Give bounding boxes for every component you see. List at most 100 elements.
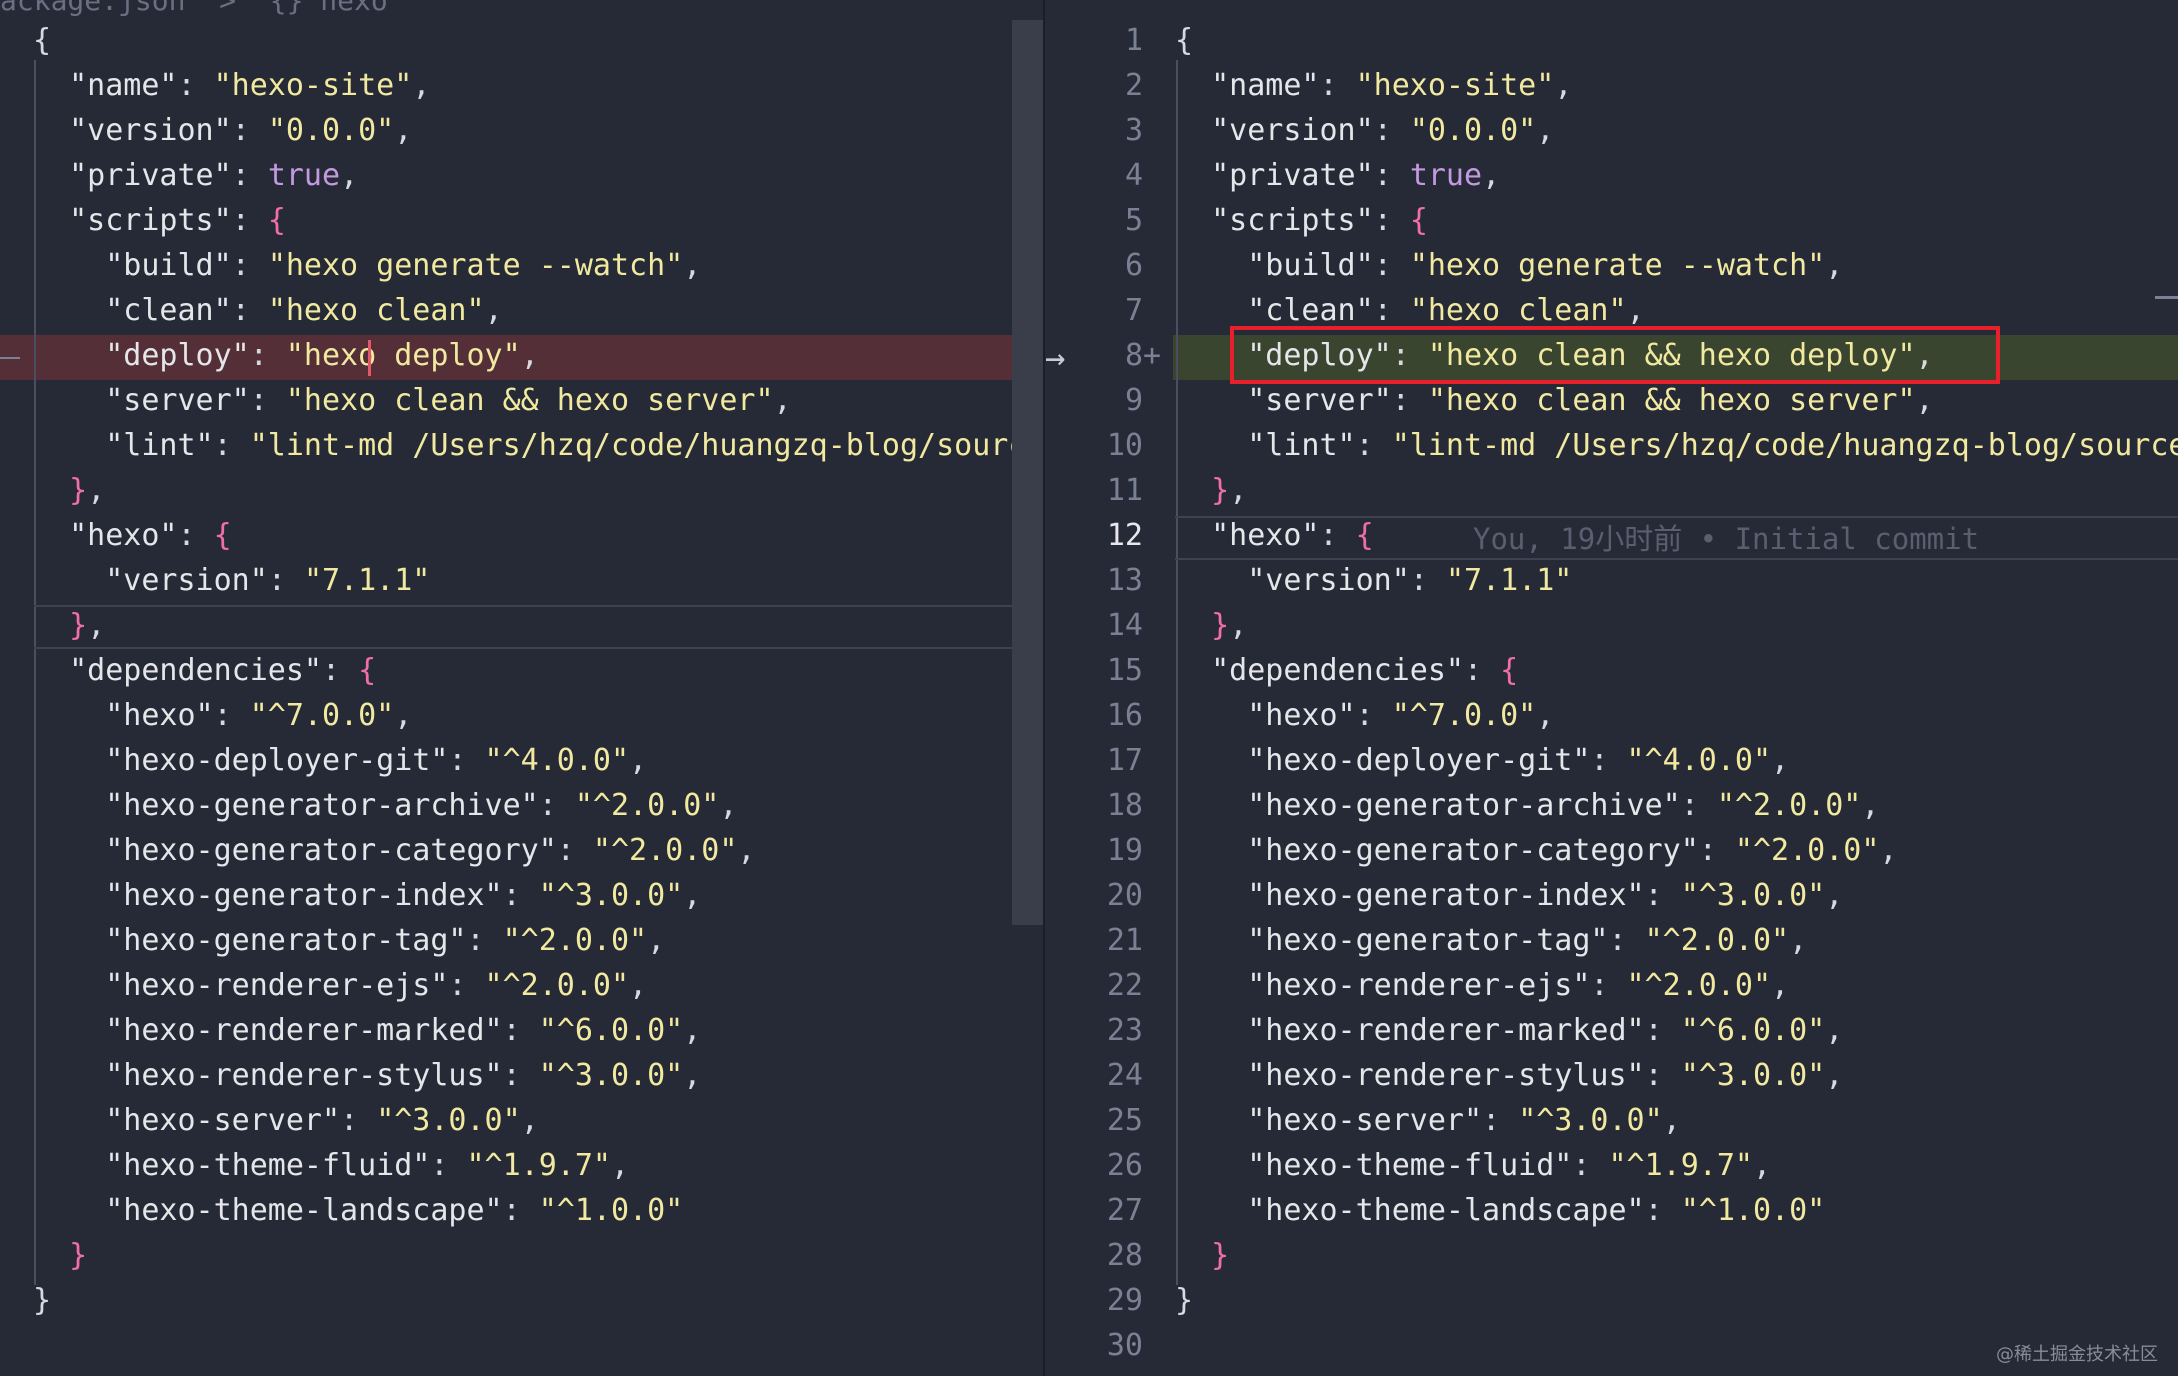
code-token: "hexo-theme-landscape" [105,1193,503,1228]
code-token: , [412,68,431,103]
code-line[interactable]: "name": "hexo-site", [0,63,1043,108]
code-text: "hexo-generator-category": "^2.0.0", [33,828,755,873]
code-token: : [177,518,214,553]
code-line[interactable]: "build": "hexo generate --watch", [0,243,1043,288]
code-token: "version" [1211,113,1374,148]
code-line[interactable]: "hexo-generator-archive": "^2.0.0", [0,783,1043,828]
change-tick-right [2155,296,2178,299]
code-token: "lint-md /Users/hzq/code/huangzq-blog/so… [1391,428,2178,463]
right-editor-pane[interactable]: 1{2 "name": "hexo-site", 3 "version": "0.… [1043,0,2178,1376]
code-text: "hexo-generator-category": "^2.0.0", [1175,828,1897,873]
code-token: "dependencies" [1211,653,1464,688]
code-line[interactable]: 15 "dependencies": { [1043,648,2178,693]
code-line[interactable]: "hexo-renderer-ejs": "^2.0.0", [0,963,1043,1008]
code-text: "hexo-generator-index": "^3.0.0", [33,873,701,918]
code-line[interactable]: { [0,18,1043,63]
code-token: , [629,968,648,1003]
code-token: "^3.0.0" [1518,1103,1663,1138]
code-line[interactable]: "hexo-deployer-git": "^4.0.0", [0,738,1043,783]
code-token: "hexo-deployer-git" [105,743,449,778]
code-line[interactable]: "hexo-generator-tag": "^2.0.0", [0,918,1043,963]
code-line[interactable]: "hexo-theme-fluid": "^1.9.7", [0,1143,1043,1188]
code-line[interactable]: 21 "hexo-generator-tag": "^2.0.0", [1043,918,2178,963]
code-line[interactable]: 18 "hexo-generator-archive": "^2.0.0", [1043,783,2178,828]
code-line[interactable]: "scripts": { [0,198,1043,243]
code-line[interactable]: "version": "0.0.0", [0,108,1043,153]
code-line[interactable]: 25 "hexo-server": "^3.0.0", [1043,1098,2178,1143]
code-line[interactable]: 13 "version": "7.1.1" [1043,558,2178,603]
code-token: { [33,23,52,58]
code-line[interactable]: "hexo": "^7.0.0", [0,693,1043,738]
code-line[interactable]: 26 "hexo-theme-fluid": "^1.9.7", [1043,1143,2178,1188]
code-line[interactable]: 20 "hexo-generator-index": "^3.0.0", [1043,873,2178,918]
code-line[interactable]: "hexo-server": "^3.0.0", [0,1098,1043,1143]
code-line[interactable]: }, [0,468,1043,513]
code-line[interactable]: "hexo": { [0,513,1043,558]
code-line[interactable]: 16 "hexo": "^7.0.0", [1043,693,2178,738]
code-line[interactable]: }, [0,603,1043,648]
code-line[interactable]: "version": "7.1.1" [0,558,1043,603]
code-line[interactable]: "hexo-renderer-marked": "^6.0.0", [0,1008,1043,1053]
code-line[interactable]: "dependencies": { [0,648,1043,693]
code-line[interactable]: 14 }, [1043,603,2178,648]
code-line[interactable]: 17 "hexo-deployer-git": "^4.0.0", [1043,738,2178,783]
code-line[interactable]: 1{ [1043,18,2178,63]
code-token: : [231,248,268,283]
code-token: , [520,1103,539,1138]
code-token: "name" [69,68,178,103]
code-line[interactable]: "private": true, [0,153,1043,198]
code-line[interactable]: } [0,1233,1043,1278]
code-line[interactable]: "deploy": "hexo deploy", [0,333,1043,378]
line-number: 25 [1106,1103,1143,1138]
code-line[interactable]: 29} [1043,1278,2178,1323]
code-token: "version" [105,563,268,598]
code-token: } [1175,1283,1194,1318]
code-line[interactable]: "server": "hexo clean && hexo server", [0,378,1043,423]
code-text: "clean": "hexo clean", [33,288,502,333]
line-number: 21 [1106,923,1143,958]
code-line[interactable]: "hexo-theme-landscape": "^1.0.0" [0,1188,1043,1233]
code-text: "hexo-renderer-stylus": "^3.0.0", [1175,1053,1843,1098]
code-line[interactable]: 4 "private": true, [1043,153,2178,198]
code-token: "0.0.0" [267,113,395,148]
left-editor-pane[interactable]: { "name": "hexo-site", "version": "0.0.0… [0,0,1043,1376]
code-token: : [231,293,268,328]
code-line[interactable]: "hexo-generator-index": "^3.0.0", [0,873,1043,918]
code-line[interactable]: "clean": "hexo clean", [0,288,1043,333]
code-token: } [1211,608,1230,643]
code-line[interactable]: "hexo-renderer-stylus": "^3.0.0", [0,1053,1043,1098]
code-line[interactable]: 5 "scripts": { [1043,198,2178,243]
code-line[interactable]: "lint": "lint-md /Users/hzq/code/huangzq… [0,423,1043,468]
code-line[interactable]: 19 "hexo-generator-category": "^2.0.0", [1043,828,2178,873]
code-line[interactable]: "hexo-generator-category": "^2.0.0", [0,828,1043,873]
code-line[interactable]: 23 "hexo-renderer-marked": "^6.0.0", [1043,1008,2178,1053]
code-line[interactable]: 2 "name": "hexo-site", [1043,63,2178,108]
code-token: : [1644,1193,1681,1228]
line-number: 15 [1106,653,1143,688]
code-token: : [322,653,359,688]
code-line[interactable]: 6 "build": "hexo generate --watch", [1043,243,2178,288]
code-token: , [1229,608,1248,643]
code-line[interactable]: } [0,1278,1043,1323]
code-line[interactable]: 27 "hexo-theme-landscape": "^1.0.0" [1043,1188,2178,1233]
code-line[interactable]: 24 "hexo-renderer-stylus": "^3.0.0", [1043,1053,2178,1098]
code-line[interactable]: 28 } [1043,1233,2178,1278]
code-token: : [249,338,286,373]
code-line[interactable]: 11 }, [1043,468,2178,513]
code-line[interactable]: 22 "hexo-renderer-ejs": "^2.0.0", [1043,963,2178,1008]
added-line-marker: + [1143,338,1162,373]
code-line[interactable]: 10 "lint": "lint-md /Users/hzq/code/huan… [1043,423,2178,468]
code-line[interactable]: 9 "server": "hexo clean && hexo server", [1043,378,2178,423]
code-token: , [87,473,106,508]
code-line[interactable]: 3 "version": "0.0.0", [1043,108,2178,153]
code-token: : [466,923,503,958]
left-scrollbar[interactable] [1012,20,1043,925]
